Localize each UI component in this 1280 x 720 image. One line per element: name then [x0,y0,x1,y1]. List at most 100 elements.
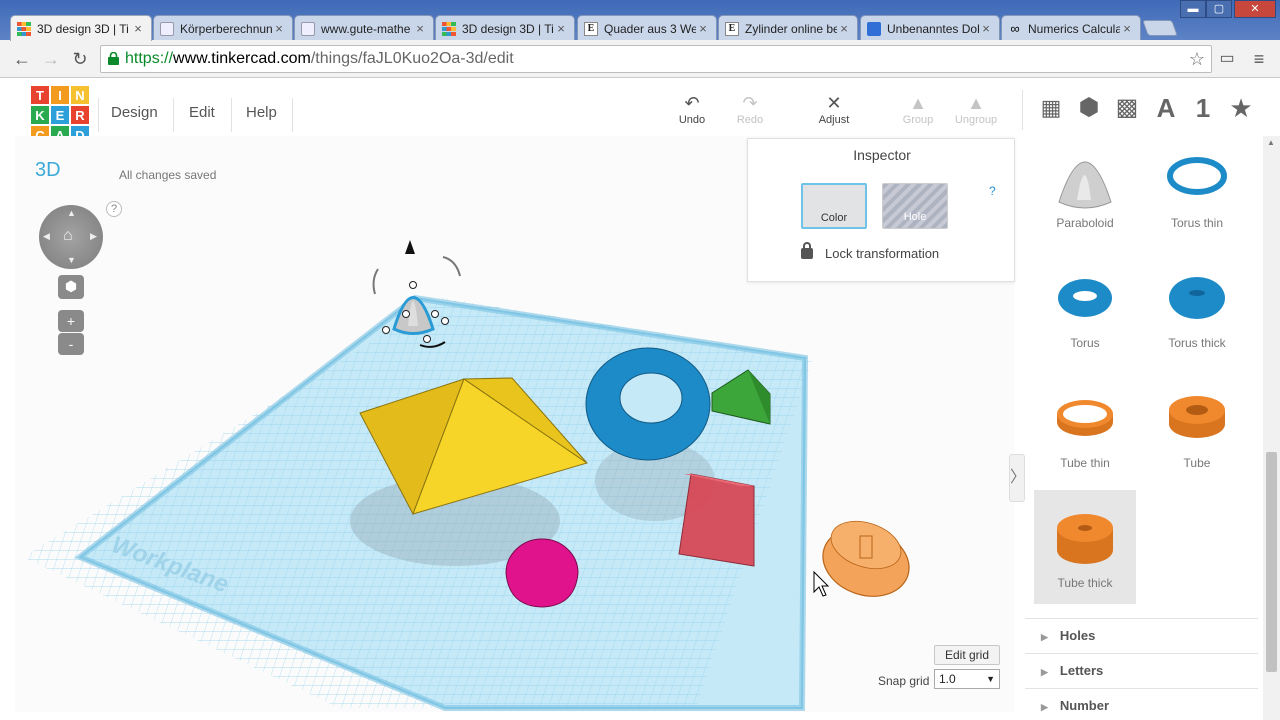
menu-design[interactable]: Design [111,104,158,121]
category-label: Holes [1059,628,1096,643]
e-favicon-icon: E [725,21,739,36]
shape-label: Tube thin [1060,456,1110,470]
tab-title: www.gute-mathe [321,21,411,36]
tab-close-icon[interactable]: × [131,21,145,36]
panel-collapse-handle[interactable]: 〉 [1009,454,1026,502]
browser-tab[interactable]: Körperberechnung × [153,15,293,41]
color-swatch-button[interactable]: Color [801,183,867,229]
tab-title: 3D design 3D | Ti [462,21,554,36]
orbit-up-icon[interactable]: ▲ [67,208,76,218]
browser-tab[interactable]: 3D design 3D | Ti × [10,15,152,41]
ungroup-button[interactable]: ▲ Ungroup [946,92,1006,126]
view-navigation-pad[interactable]: ▲ ▼ ◀ ▶ ⌂ [39,205,103,269]
divider [231,98,232,132]
category-holes[interactable]: ▶ Holes [1025,618,1258,652]
library-scrollbar[interactable]: ▲ [1263,136,1280,720]
maximize-button[interactable]: ▢ [1206,0,1232,18]
address-bar[interactable]: https://www.tinkercad.com/things/faJL0Ku… [100,45,1212,73]
back-arrow-icon[interactable]: ← [11,48,33,70]
orbit-down-icon[interactable]: ▼ [67,255,76,265]
box-shape[interactable] [678,473,755,567]
orbit-left-icon[interactable]: ◀ [43,231,50,242]
redo-icon: ↷ [742,93,758,113]
bookmark-star-icon[interactable]: ☆ [1189,46,1205,72]
redo-button[interactable]: ↷ Redo [720,92,780,126]
browser-tab[interactable]: E Zylinder online be × [718,15,858,41]
scroll-up-icon[interactable]: ▲ [1267,138,1275,147]
category-label: Number [1059,698,1110,713]
edit-grid-button[interactable]: Edit grid [934,645,1000,665]
infinity-favicon-icon: ∞ [1010,20,1020,36]
tube-shape[interactable] [814,513,918,607]
inspector-help-icon[interactable]: ? [989,184,996,198]
zoom-out-button[interactable]: - [58,333,84,355]
shape-card-torus[interactable]: Torus [1034,250,1136,364]
tab-close-icon[interactable]: × [272,21,286,36]
view-mode-label: 3D [35,159,61,181]
divider [1022,90,1023,130]
cast-icon[interactable]: ▭ [1216,48,1238,70]
shape-card-torus-thin[interactable]: Torus thin [1146,136,1248,244]
lock-transformation-toggle[interactable]: Lock transformation [801,242,940,261]
browser-tab[interactable]: 3D design 3D | Ti × [435,15,575,41]
group-icon: ▲ [909,93,927,113]
category-number[interactable]: ▶ Number [1025,688,1258,720]
snap-grid-label: Snap grid [878,674,930,688]
orbit-right-icon[interactable]: ▶ [90,231,97,242]
numbers-tab-icon[interactable]: 1 [1187,90,1219,126]
shape-label: Paraboloid [1056,216,1114,230]
half-sphere-shape[interactable] [505,538,579,608]
chrome-menu-icon[interactable]: ≡ [1248,48,1270,70]
help-icon[interactable]: ? [106,201,122,217]
shape-card-torus-thick[interactable]: Torus thick [1146,250,1248,364]
rotate-handle-icon[interactable] [442,256,461,277]
new-tab-button[interactable] [1142,20,1178,36]
box-tab-icon[interactable]: ⬢ [1073,90,1105,126]
forward-arrow-icon[interactable]: → [40,48,62,70]
tab-close-icon[interactable]: × [1120,21,1134,36]
tab-close-icon[interactable]: × [837,21,851,36]
logo-letter: E [50,105,70,125]
group-button[interactable]: ▲ Group [888,92,948,126]
symbols-tab-icon[interactable]: ★ [1225,90,1257,126]
lift-arrow-icon[interactable] [405,240,415,254]
minimize-button[interactable]: ▬ [1180,0,1206,18]
window-close-button[interactable]: ✕ [1234,0,1276,18]
category-letters[interactable]: ▶ Letters [1025,653,1258,687]
shape-card-tube[interactable]: Tube [1146,370,1248,484]
pattern-tab-icon[interactable]: ▩ [1111,90,1143,126]
shape-card-paraboloid[interactable]: Paraboloid [1034,136,1136,244]
letters-tab-icon[interactable]: A [1150,90,1182,126]
url-scheme: https:// [125,50,174,67]
ungroup-icon: ▲ [967,93,985,113]
home-view-icon[interactable]: ⌂ [63,227,73,245]
browser-tab[interactable]: E Quader aus 3 We × [577,15,717,41]
browser-tab[interactable]: www.gute-mathe × [294,15,434,41]
redo-label: Redo [736,114,764,126]
hole-swatch-button[interactable]: Hole [882,183,948,229]
tab-close-icon[interactable]: × [554,21,568,36]
tab-close-icon[interactable]: × [413,21,427,36]
zoom-in-button[interactable]: + [58,310,84,332]
snap-grid-select[interactable]: 1.0 ▼ [934,669,1000,689]
lock-label: Lock transformation [825,246,940,261]
menu-edit[interactable]: Edit [189,104,215,121]
menu-help[interactable]: Help [246,104,277,121]
browser-tab[interactable]: Unbenanntes Dok × [860,15,1000,41]
rotate-handle-icon[interactable] [372,268,379,295]
undo-button[interactable]: ↶ Undo [662,92,722,126]
scrollbar-thumb[interactable] [1266,452,1277,672]
adjust-button[interactable]: ✕ Adjust [804,92,864,126]
geometric-tab-icon[interactable]: ▦ [1035,90,1067,126]
tab-close-icon[interactable]: × [696,21,710,36]
reload-icon[interactable]: ↻ [69,48,91,70]
torus-shape[interactable] [585,347,711,461]
browser-tab[interactable]: ∞ Numerics Calculat × [1001,15,1141,41]
shape-label: Torus [1070,336,1100,350]
shape-card-tube-thick[interactable]: Tube thick [1034,490,1136,604]
mouse-cursor-icon [813,570,830,597]
tube-thick-icon [1057,514,1113,564]
tab-close-icon[interactable]: × [979,21,993,36]
cube-view-icon[interactable]: ⬢ [58,275,84,299]
shape-card-tube-thin[interactable]: Tube thin [1034,370,1136,484]
